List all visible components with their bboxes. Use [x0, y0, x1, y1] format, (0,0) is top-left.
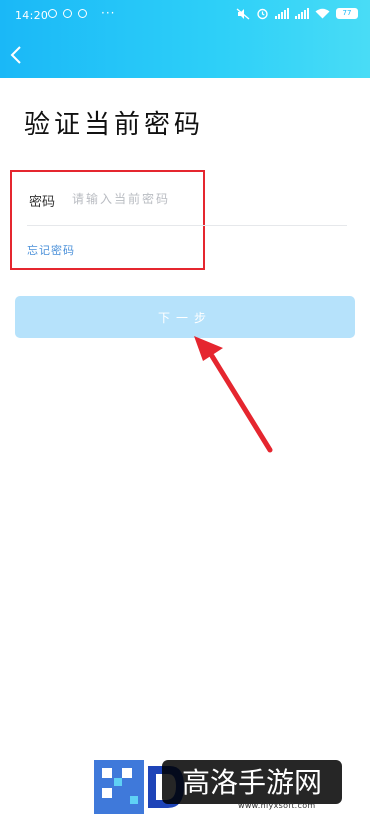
watermark-site: www.hlyxsoft.com [238, 801, 316, 810]
watermark-text: 高洛手游网 [182, 766, 322, 799]
annotation-arrow [194, 336, 273, 453]
watermark-logo: 高洛手游网 [94, 760, 342, 814]
